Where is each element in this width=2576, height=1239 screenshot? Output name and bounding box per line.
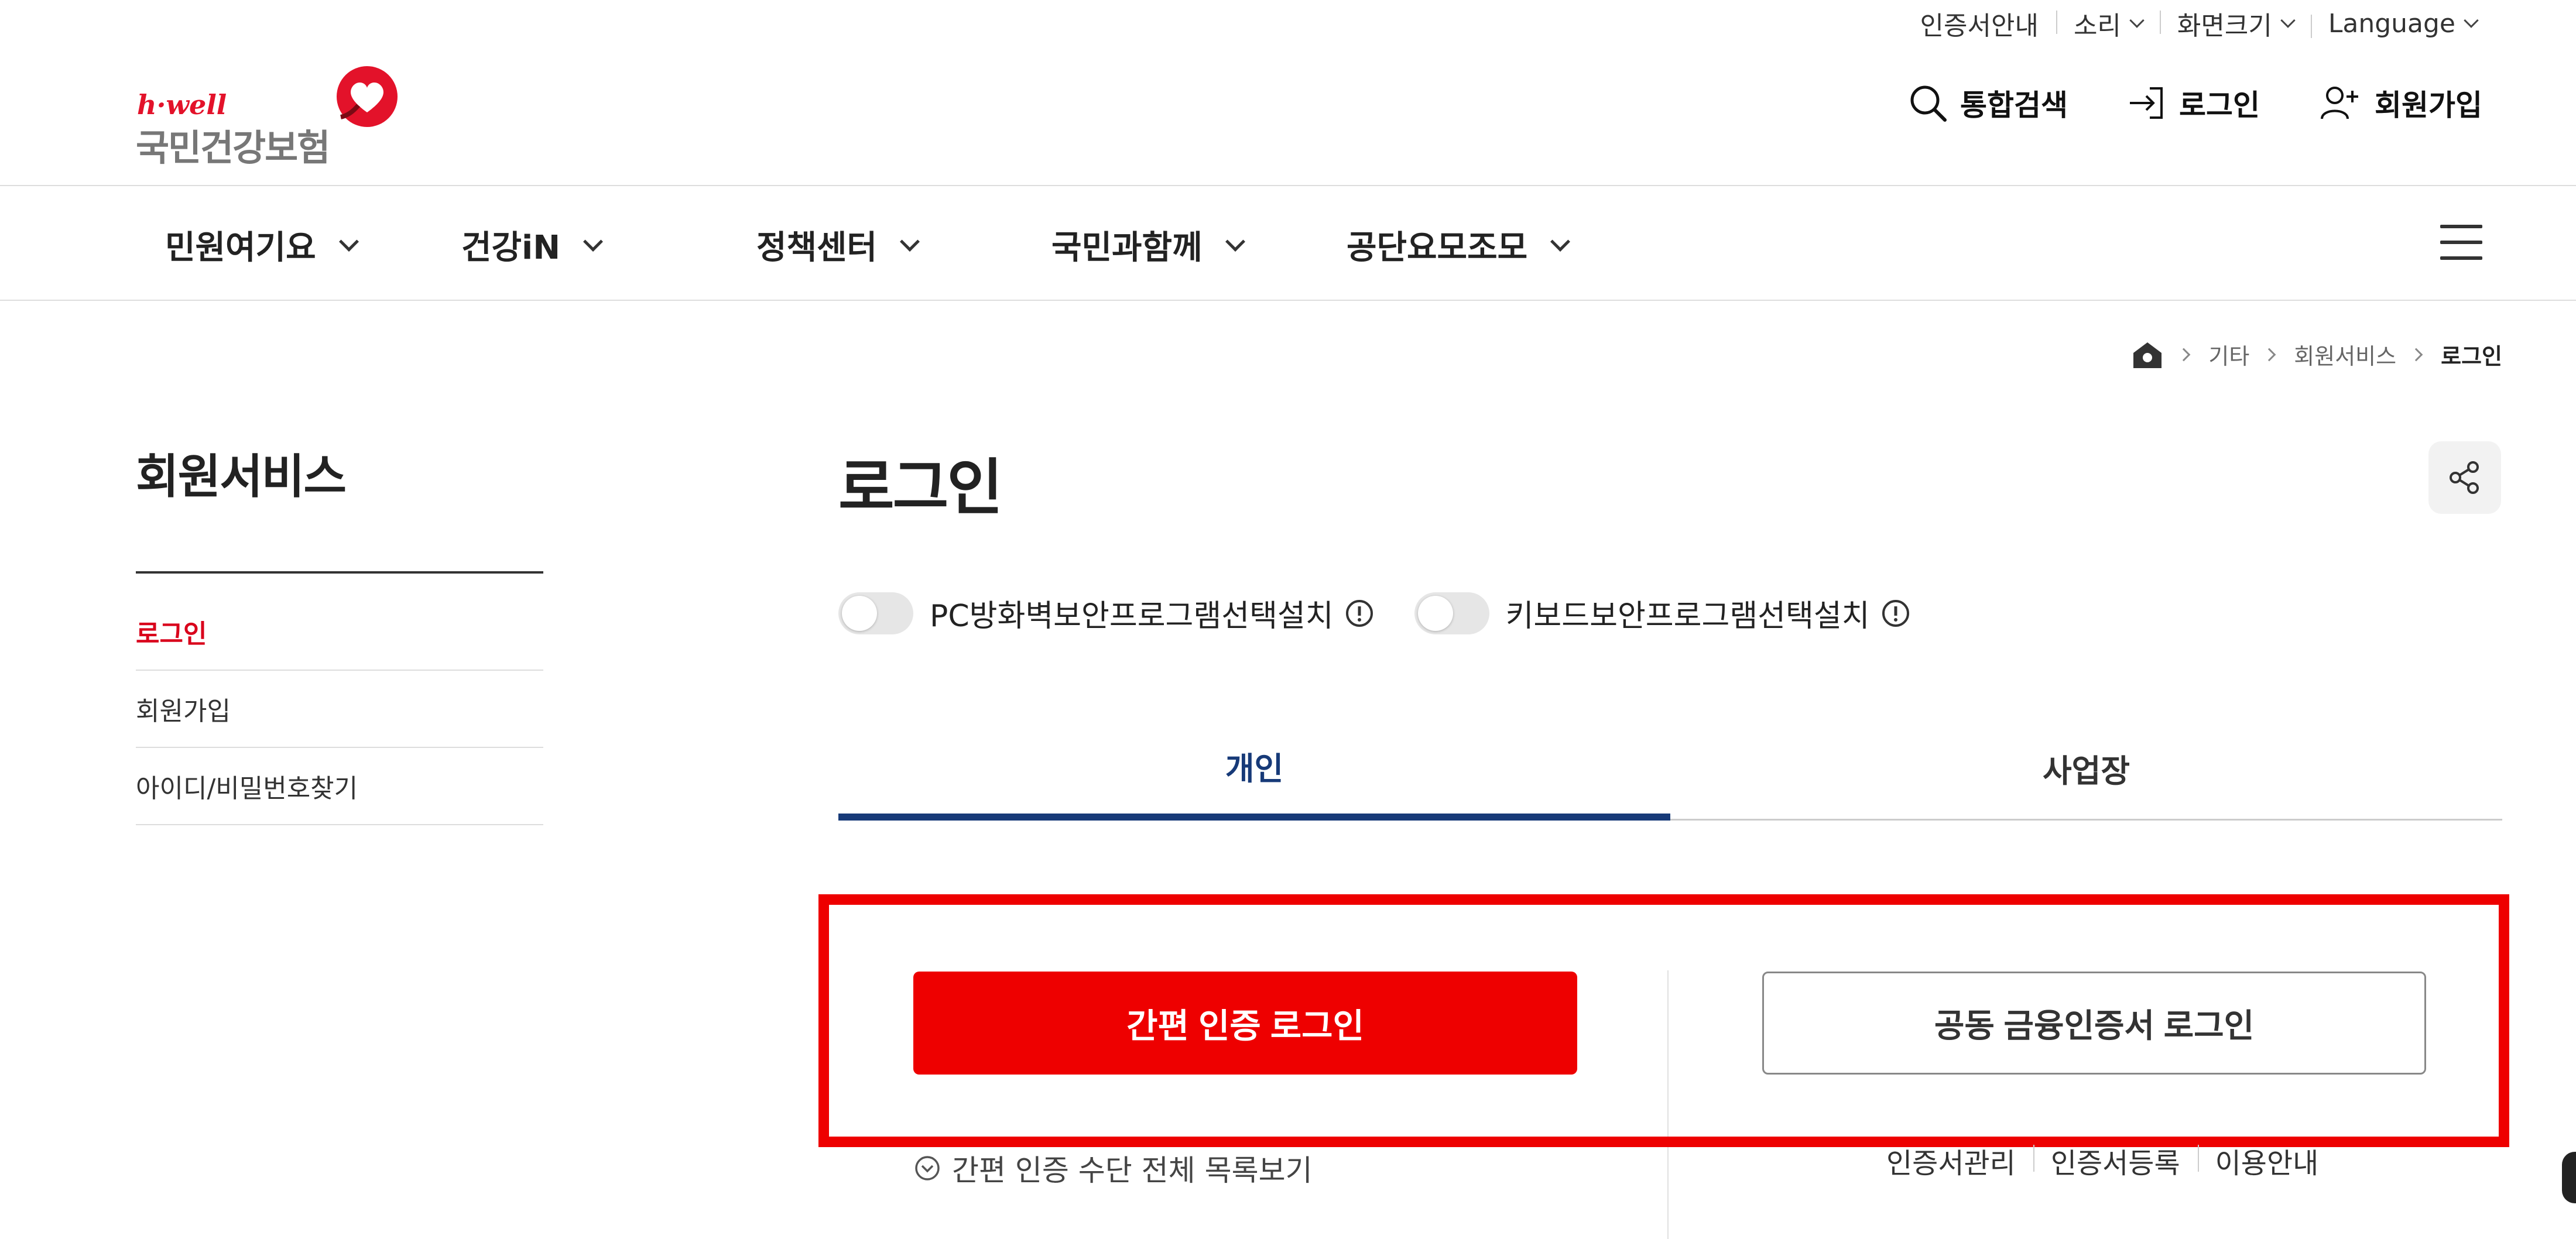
breadcrumb: 기타 회원서비스 로그인: [2131, 338, 2502, 370]
search-icon: [1910, 85, 1947, 122]
floating-tab[interactable]: [2562, 1152, 2576, 1203]
breadcrumb-item[interactable]: 회원서비스: [2294, 338, 2396, 370]
chevron-right-icon: [2177, 348, 2191, 361]
gnb-label: 국민과함께: [1051, 229, 1203, 267]
chevron-down-icon: [583, 231, 604, 252]
gnb-item-policy[interactable]: 정책센터: [756, 221, 920, 269]
sidebar-item-label: 아이디/비밀번호찾기: [136, 774, 358, 804]
screen-size-dropdown[interactable]: 화면크기: [2159, 5, 2311, 42]
search-button[interactable]: 통합검색: [1907, 82, 2068, 124]
chevron-right-icon: [2409, 348, 2423, 361]
keyboard-security-toggle[interactable]: [1414, 592, 1489, 634]
gnb-label: 공단요모조모: [1347, 229, 1528, 267]
page-title: 로그인: [838, 452, 1003, 523]
site-logo[interactable]: h·well 국민건강보험: [136, 64, 399, 169]
view-all-auth-methods[interactable]: 간편 인증 수단 전체 목록보기: [913, 1147, 1313, 1189]
logo-name: 국민건강보험: [136, 126, 330, 169]
add-user-icon: [2321, 87, 2358, 119]
login-icon: [2130, 87, 2163, 119]
firewall-toggle-group: PC방화벽보안프로그램선택설치: [838, 591, 1375, 635]
util-label: 화면크기: [2177, 11, 2272, 41]
sidebar-item-login[interactable]: 로그인: [136, 593, 543, 671]
toggle-label: 키보드보안프로그램선택설치: [1505, 599, 1870, 634]
util-label: 인증서안내: [1920, 11, 2039, 41]
cert-links: 인증서관리 인증서등록 이용안내: [1886, 1140, 2336, 1181]
chevron-down-icon: [1225, 231, 1245, 252]
security-toggles: PC방화벽보안프로그램선택설치 키보드보안프로그램선택설치: [838, 591, 1951, 635]
chevron-down-icon: [900, 231, 920, 252]
sidebar-divider: [136, 571, 543, 574]
gnb-item-health[interactable]: 건강iN: [461, 221, 604, 269]
chevron-down-icon: [2280, 13, 2296, 28]
gnb-label: 건강iN: [461, 229, 561, 267]
keyboard-toggle-group: 키보드보안프로그램선택설치: [1414, 591, 1911, 635]
chevron-down-icon: [338, 231, 359, 252]
share-button[interactable]: [2428, 441, 2501, 514]
main-navigation: 민원여기요 건강iN 정책센터 국민과함께 공단요모조모: [0, 185, 2576, 301]
home-icon[interactable]: [2131, 340, 2164, 369]
tab-personal[interactable]: 개인: [838, 732, 1670, 821]
gnb-item-civil[interactable]: 민원여기요: [165, 221, 359, 269]
chevron-down-icon: [2464, 13, 2479, 28]
header-actions: 통합검색 로그인 회원가입: [1849, 82, 2482, 124]
sidebar-menu: 로그인 회원가입 아이디/비밀번호찾기: [136, 593, 543, 825]
tab-business[interactable]: 사업장: [1670, 732, 2502, 819]
info-icon[interactable]: [1880, 598, 1911, 629]
toggle-label: PC방화벽보안프로그램선택설치: [930, 599, 1334, 634]
highlight-annotation: [818, 894, 2509, 1147]
chevron-down-icon: [1550, 231, 1571, 252]
chevron-circle-down-icon: [915, 1156, 940, 1180]
sound-dropdown[interactable]: 소리: [2056, 5, 2160, 42]
usage-guide-link[interactable]: 이용안내: [2197, 1140, 2337, 1181]
util-label: Language: [2328, 8, 2455, 39]
chevron-right-icon: [2262, 348, 2276, 361]
logo-tagline: h·well: [137, 89, 227, 121]
breadcrumb-current: 로그인: [2441, 344, 2502, 369]
breadcrumb-item[interactable]: 기타: [2208, 338, 2249, 370]
sidebar-item-signup[interactable]: 회원가입: [136, 671, 543, 748]
cert-guide-link[interactable]: 인증서안내: [1903, 5, 2056, 42]
login-button[interactable]: 로그인: [2126, 82, 2260, 124]
chevron-down-icon: [2129, 13, 2145, 28]
sidebar-item-find-account[interactable]: 아이디/비밀번호찾기: [136, 748, 543, 825]
firewall-toggle[interactable]: [838, 592, 913, 634]
gnb-item-about[interactable]: 공단요모조모: [1347, 221, 1571, 269]
sidebar-title: 회원서비스: [136, 449, 347, 504]
gnb-item-together[interactable]: 국민과함께: [1051, 221, 1245, 269]
cert-register-link[interactable]: 인증서등록: [2033, 1140, 2198, 1181]
utility-bar: 인증서안내 소리 화면크기 Language: [1903, 6, 2494, 41]
gnb-label: 민원여기요: [165, 229, 316, 267]
share-icon: [2450, 461, 2479, 494]
cert-manage-link[interactable]: 인증서관리: [1886, 1140, 2033, 1181]
heart-logo-icon: [337, 66, 398, 127]
login-type-tabs: 개인 사업장: [838, 732, 2502, 821]
sidebar-item-label: 회원가입: [136, 696, 231, 726]
gnb-label: 정책센터: [756, 229, 878, 267]
signup-label: 회원가입: [2375, 88, 2482, 122]
view-all-label: 간편 인증 수단 전체 목록보기: [952, 1154, 1313, 1187]
login-label: 로그인: [2179, 88, 2260, 122]
search-label: 통합검색: [1960, 88, 2068, 122]
signup-button[interactable]: 회원가입: [2318, 82, 2482, 124]
language-dropdown[interactable]: Language: [2310, 8, 2494, 39]
sidebar-item-label: 로그인: [136, 619, 207, 649]
util-label: 소리: [2073, 11, 2121, 41]
hamburger-icon[interactable]: [2440, 225, 2482, 260]
info-icon[interactable]: [1344, 598, 1375, 629]
